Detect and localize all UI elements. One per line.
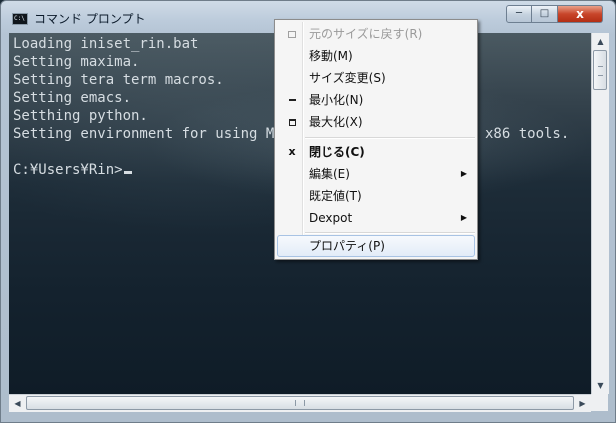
size-grip-corner[interactable] — [591, 394, 608, 411]
window-title: コマンド プロンプト — [34, 12, 146, 26]
console-line: Loading iniset_rin.bat — [13, 36, 199, 52]
scroll-left-arrow-icon[interactable]: ◀ — [9, 395, 26, 412]
menu-item-label: 閉じる(C) — [309, 145, 365, 159]
menu-item-restore[interactable]: 元のサイズに戻す(R) — [277, 23, 475, 45]
menu-item-label: プロパティ(P) — [309, 239, 385, 253]
close-button[interactable]: x — [558, 5, 603, 23]
system-context-menu: 元のサイズに戻す(R) 移動(M) サイズ変更(S) 最小化(N) 最大化(X)… — [274, 19, 478, 260]
submenu-arrow-icon: ▶ — [460, 169, 467, 178]
console-line: Setting tera term macros. — [13, 72, 224, 88]
menu-item-edit[interactable]: 編集(E) ▶ — [277, 163, 475, 185]
minimize-button[interactable]: ─ — [506, 5, 532, 23]
scroll-right-arrow-icon[interactable]: ▶ — [574, 395, 591, 412]
menu-item-label: サイズ変更(S) — [309, 71, 386, 85]
menu-item-label: Dexpot — [309, 211, 353, 225]
grip-icon — [295, 400, 305, 406]
menu-item-minimize[interactable]: 最小化(N) — [277, 89, 475, 111]
grip-icon — [598, 66, 603, 76]
menu-item-label: 既定値(T) — [309, 189, 362, 203]
console-line: Setting maxima. — [13, 54, 140, 70]
menu-item-defaults[interactable]: 既定値(T) — [277, 185, 475, 207]
console-app-icon-text: C:\ — [14, 15, 25, 22]
menu-separator — [305, 232, 475, 234]
menu-item-label: 元のサイズに戻す(R) — [309, 27, 423, 41]
console-line: Setting environment for using Mic — [13, 126, 292, 142]
minimize-icon: ─ — [515, 8, 523, 19]
close-icon: x — [576, 7, 584, 21]
menu-item-label: 移動(M) — [309, 49, 353, 63]
submenu-arrow-icon: ▶ — [460, 213, 467, 222]
menu-item-label: 編集(E) — [309, 167, 350, 181]
minimize-icon — [283, 89, 301, 111]
menu-item-label: 最小化(N) — [309, 93, 364, 107]
vertical-scrollbar[interactable]: ▲ ▼ — [591, 33, 609, 394]
vertical-scroll-thumb[interactable] — [593, 50, 607, 90]
maximize-button[interactable]: □ — [532, 5, 558, 23]
menu-item-maximize[interactable]: 最大化(X) — [277, 111, 475, 133]
prompt-text: C:¥Users¥Rin> — [13, 162, 123, 178]
scroll-up-arrow-icon[interactable]: ▲ — [592, 33, 609, 50]
menu-item-close[interactable]: x 閉じる(C) — [277, 141, 475, 163]
console-app-icon[interactable]: C:\ — [12, 13, 28, 25]
command-prompt-line[interactable]: C:¥Users¥Rin> — [13, 161, 132, 179]
menu-item-label: 最大化(X) — [309, 115, 363, 129]
scroll-down-arrow-icon[interactable]: ▼ — [592, 377, 609, 394]
restore-icon — [283, 23, 301, 45]
horizontal-scroll-thumb[interactable] — [26, 396, 574, 410]
close-icon: x — [288, 145, 296, 158]
menu-separator — [305, 137, 475, 139]
console-line: Setthing python. — [13, 108, 148, 124]
maximize-icon: □ — [539, 8, 550, 19]
maximize-icon — [283, 111, 301, 133]
menu-item-move[interactable]: 移動(M) — [277, 45, 475, 67]
menu-item-properties[interactable]: プロパティ(P) — [277, 235, 475, 257]
text-cursor — [123, 171, 132, 174]
console-line: Setting emacs. — [13, 90, 132, 106]
menu-item-dexpot[interactable]: Dexpot ▶ — [277, 207, 475, 229]
console-line-tail: x86 tools. — [485, 126, 570, 142]
menu-item-resize[interactable]: サイズ変更(S) — [277, 67, 475, 89]
horizontal-scrollbar[interactable]: ◀ ▶ — [9, 394, 591, 412]
